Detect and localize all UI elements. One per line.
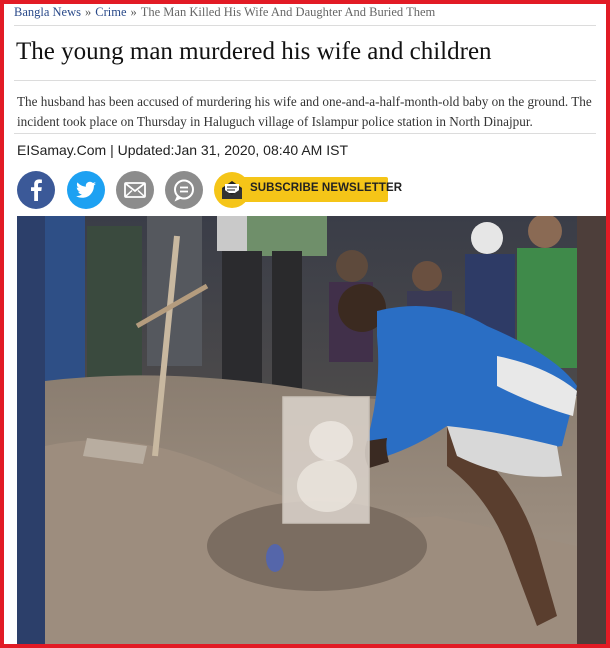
comment-share-button[interactable] xyxy=(165,171,203,209)
email-share-button[interactable] xyxy=(116,171,154,209)
facebook-share-button[interactable] xyxy=(17,171,55,209)
comment-icon xyxy=(174,179,194,202)
breadcrumb-home-link[interactable]: Bangla News xyxy=(14,5,81,19)
twitter-icon xyxy=(75,181,96,198)
breadcrumb-separator: » xyxy=(130,5,137,19)
subscribe-newsletter-button[interactable]: SUBSCRIBE NEWSLETTER xyxy=(214,172,402,208)
twitter-share-button[interactable] xyxy=(67,171,105,209)
page-title: The young man murdered his wife and chil… xyxy=(16,38,492,65)
breadcrumb-current: The Man Killed His Wife And Daughter And… xyxy=(140,5,436,19)
subscribe-label: SUBSCRIBE NEWSLETTER xyxy=(250,182,403,194)
article-summary: The husband has been accused of murderin… xyxy=(17,94,592,129)
breadcrumb-category-link[interactable]: Crime xyxy=(95,5,126,19)
newsletter-envelope-icon xyxy=(222,181,242,199)
news-photo-illustration xyxy=(17,216,606,644)
facebook-icon xyxy=(31,179,42,201)
divider xyxy=(14,25,596,26)
breadcrumb-separator: » xyxy=(85,5,92,19)
email-icon xyxy=(124,182,146,198)
news-photo xyxy=(17,216,606,644)
divider xyxy=(14,133,596,134)
breadcrumb: Bangla News» Crime» The Man Killed His Wif… xyxy=(14,5,594,20)
article-meta: EISamay.Com | Updated:Jan 31, 2020, 08:4… xyxy=(17,142,349,158)
divider xyxy=(14,80,596,81)
subscribe-icon-circle xyxy=(214,172,250,208)
